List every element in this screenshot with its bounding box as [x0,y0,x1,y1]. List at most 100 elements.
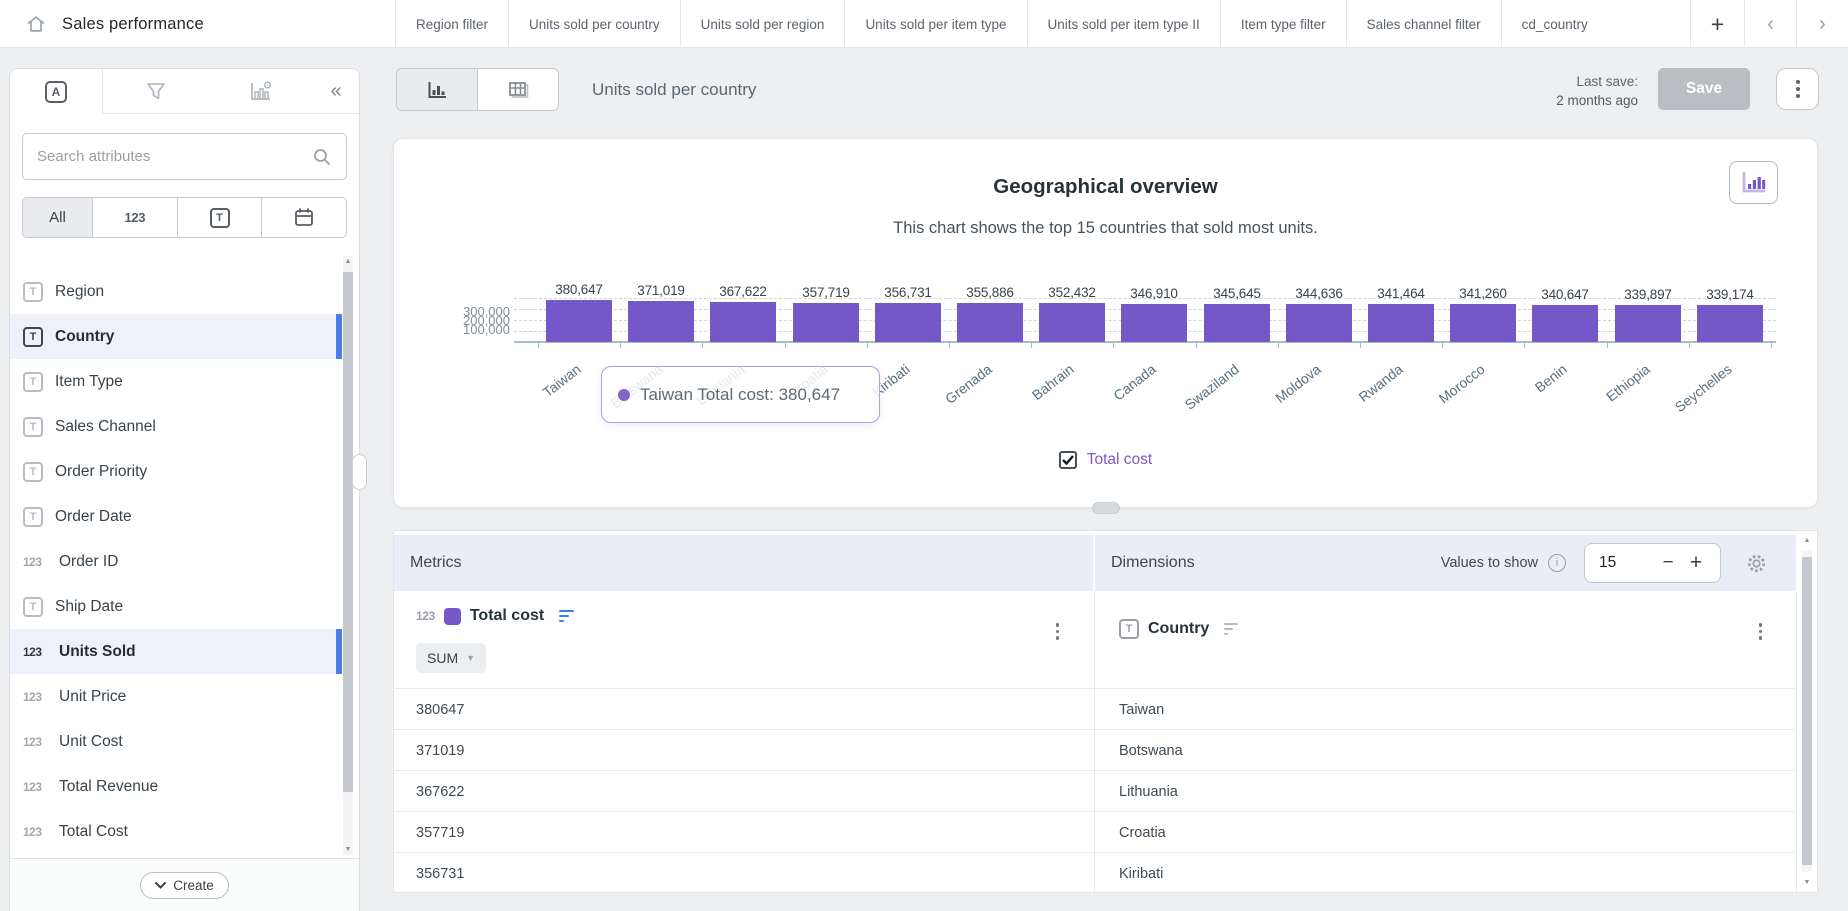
bar-value-label: 339,174 [1688,287,1772,302]
scrollbar-thumb[interactable] [343,272,353,792]
filter-all[interactable]: All [23,198,92,237]
attribute-item-ship-date[interactable]: TShip Date [10,584,342,629]
filter-numeric[interactable]: 123 [92,198,177,237]
chart-view-button[interactable] [397,69,477,110]
filter-text[interactable]: T [177,198,262,237]
metric-menu-button[interactable] [1052,619,1064,644]
attribute-item-units-sold[interactable]: 123Units Sold [10,629,342,674]
collapse-sidebar-button[interactable]: « [313,69,359,114]
bar-value-label: 339,897 [1606,287,1690,302]
attribute-item-total-cost[interactable]: 123Total Cost [10,809,342,854]
attribute-label: Units Sold [59,643,136,661]
values-to-show-value[interactable]: 15 [1599,554,1654,572]
view-toggle [396,68,559,111]
values-to-show-stepper[interactable]: 15 − + [1584,543,1721,583]
x-axis-tick [1196,343,1197,348]
funnel-icon [145,81,167,102]
sort-icon[interactable] [1224,623,1238,636]
dimension-name: Country [1148,620,1209,638]
x-axis-tick [1689,343,1690,348]
bar-swaziland[interactable] [1204,304,1270,342]
attribute-item-sales-channel[interactable]: TSales Channel [10,404,342,449]
attribute-item-order-id[interactable]: 123Order ID [10,539,342,584]
tab-units-sold-per-country[interactable]: Units sold per country [508,0,680,48]
card-resize-handle[interactable] [1092,502,1120,514]
tab-filters[interactable] [103,69,208,114]
scroll-up-arrow[interactable]: ▲ [1802,537,1812,544]
x-axis-tick [1771,343,1772,348]
home-button[interactable] [14,0,58,48]
tab-attributes[interactable]: A [10,69,103,114]
increment-button[interactable]: + [1682,551,1710,575]
chart-legend: Total cost [394,451,1817,469]
bar-benin[interactable] [1532,305,1598,342]
bar-ethiopia[interactable] [1615,305,1681,342]
tab-item-type-filter[interactable]: Item type filter [1220,0,1346,48]
add-tab-button[interactable]: + [1690,0,1744,48]
save-button[interactable]: Save [1658,68,1750,110]
attribute-item-item-type[interactable]: T Item Type [10,359,342,404]
table-view-button[interactable] [477,69,558,110]
attribute-label: Order Date [55,508,132,526]
scroll-down-arrow[interactable]: ▼ [1802,879,1812,886]
tabs-forward-button[interactable]: › [1796,0,1848,48]
scroll-up-arrow[interactable]: ▲ [343,258,353,265]
bar-taiwan[interactable] [546,300,612,342]
text-type-icon: T [23,372,43,392]
bar-lithuania[interactable] [710,302,776,342]
tab-sales-channel-filter[interactable]: Sales channel filter [1346,0,1501,48]
tab-region-filter[interactable]: Region filter [395,0,508,48]
tab-units-sold-per-item-type-ii[interactable]: Units sold per item type II [1027,0,1220,48]
bar-moldova[interactable] [1286,304,1352,342]
values-to-show-group: Values to show i 15 − + [1441,543,1768,583]
filter-date[interactable] [261,198,346,237]
bar-botswana[interactable] [628,301,694,342]
info-icon[interactable]: i [1548,554,1566,572]
bar-grenada[interactable] [957,303,1023,342]
search-input[interactable] [37,148,312,165]
attribute-item-order-date[interactable]: TOrder Date [10,494,342,539]
bar-bahrain[interactable] [1039,303,1105,342]
tab-chart-settings[interactable] [208,69,313,114]
attribute-item-unit-cost[interactable]: 123Unit Cost [10,719,342,764]
dimension-menu-button[interactable] [1755,619,1767,644]
aggregation-selector[interactable]: SUM ▼ [416,643,486,673]
top-bar: Sales performance Region filterUnits sol… [0,0,1848,48]
dimension-cell: Taiwan [1119,689,1164,730]
sort-descending-icon[interactable] [559,610,574,623]
bar-seychelles[interactable] [1697,305,1763,342]
bar-canada[interactable] [1121,304,1187,342]
scroll-down-arrow[interactable]: ▼ [343,846,353,853]
attribute-item-country[interactable]: TCountry [10,314,342,359]
sidebar-resize-handle[interactable] [352,454,367,490]
metrics-dimensions-panel: Metrics Dimensions Values to show i 15 −… [393,530,1818,893]
attribute-item-order-priority[interactable]: TOrder Priority [10,449,342,494]
bar-kiribati[interactable] [875,303,941,342]
bar-morocco[interactable] [1450,304,1516,342]
tooltip-text: Taiwan Total cost: 380,647 [640,385,840,405]
gear-icon[interactable] [1745,552,1768,575]
tab-cd-country[interactable]: cd_country [1501,0,1608,48]
bar-croatia[interactable] [793,303,859,342]
more-options-button[interactable] [1776,68,1819,110]
legend-checkbox[interactable] [1059,451,1077,469]
scrollbar-thumb[interactable] [1802,557,1812,865]
legend-label[interactable]: Total cost [1087,451,1152,469]
attribute-item-total-revenue[interactable]: 123Total Revenue [10,764,342,809]
search-attributes-box[interactable] [22,133,347,180]
attribute-item-region[interactable]: TRegion [10,269,342,314]
attribute-label: Item Type [55,373,123,391]
tabs-back-button[interactable]: ‹ [1744,0,1796,48]
calendar-icon [293,207,315,228]
decrement-button[interactable]: − [1654,552,1682,574]
chart-settings-icon [249,80,273,102]
bar-rwanda[interactable] [1368,304,1434,342]
tab-units-sold-per-item-type[interactable]: Units sold per item type [844,0,1026,48]
numeric-type-icon: 123 [23,690,47,704]
metric-cell: 357719 [416,812,464,853]
tab-units-sold-per-region[interactable]: Units sold per region [680,0,845,48]
create-button[interactable]: Create [140,872,229,899]
attribute-item-unit-price[interactable]: 123Unit Price [10,674,342,719]
x-axis-tick [867,343,868,348]
metric-color-swatch [444,608,461,625]
